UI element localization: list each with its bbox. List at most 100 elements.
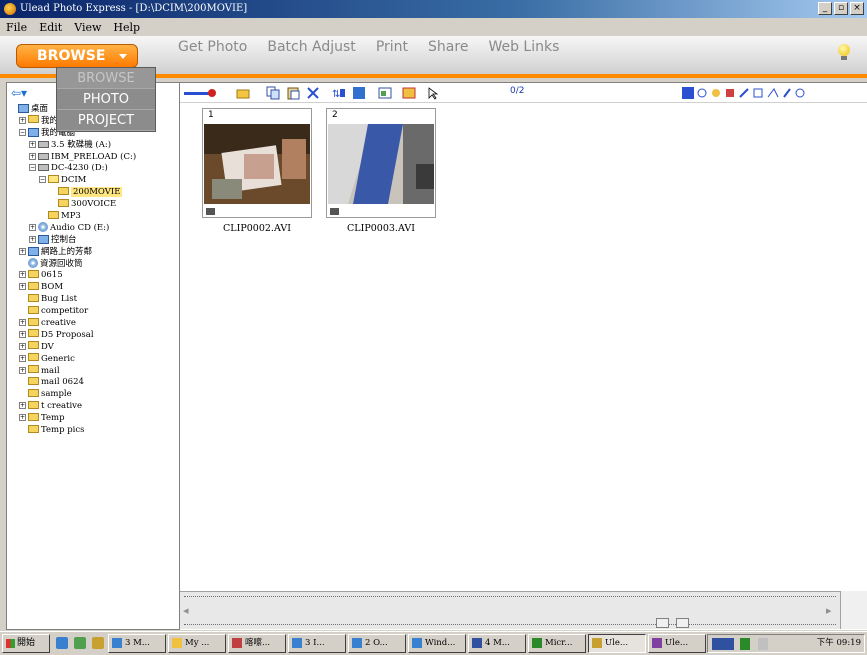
- tree-item[interactable]: MP3: [9, 210, 179, 222]
- quick-tools-strip[interactable]: [682, 86, 812, 100]
- taskbar-task[interactable]: Ule...: [648, 634, 706, 653]
- taskbar-task[interactable]: 喀嚓...: [228, 634, 286, 653]
- expand-toggle-icon[interactable]: +: [19, 402, 26, 410]
- quicklaunch-browser-icon[interactable]: [56, 637, 68, 649]
- thumbnail-card[interactable]: 2: [326, 108, 436, 218]
- dropdown-item-browse[interactable]: BROWSE: [57, 68, 155, 89]
- tree-item[interactable]: 300VOICE: [9, 198, 179, 210]
- image-info-icon[interactable]: [378, 86, 392, 100]
- volume-icon[interactable]: [758, 638, 768, 650]
- expand-toggle-icon[interactable]: −: [19, 128, 26, 136]
- taskbar-task[interactable]: 2 O...: [348, 634, 406, 653]
- tray-scroll-box[interactable]: [840, 591, 867, 629]
- open-folder-icon[interactable]: [236, 86, 250, 100]
- back-arrow-icon[interactable]: ⇦▾: [11, 86, 27, 100]
- expand-toggle-icon[interactable]: +: [19, 366, 26, 374]
- expand-toggle-icon[interactable]: −: [29, 164, 36, 172]
- expand-toggle-icon[interactable]: +: [19, 414, 26, 422]
- start-button[interactable]: 開始: [2, 634, 50, 653]
- tab-share[interactable]: Share: [428, 39, 468, 55]
- dropdown-item-photo[interactable]: PHOTO: [57, 89, 155, 110]
- expand-toggle-icon[interactable]: +: [19, 271, 26, 279]
- tree-item[interactable]: mail 0624: [9, 376, 179, 388]
- tree-item[interactable]: − DCIM: [9, 174, 179, 186]
- tree-item[interactable]: Bug List: [9, 293, 179, 305]
- properties-icon[interactable]: [352, 86, 366, 100]
- tree-item[interactable]: + BOM: [9, 281, 179, 293]
- tree-item[interactable]: 200MOVIE: [9, 186, 179, 198]
- minimize-button[interactable]: _: [818, 2, 832, 15]
- tree-item[interactable]: 資源回收筒: [9, 258, 179, 270]
- delete-icon[interactable]: [306, 86, 320, 100]
- tree-item[interactable]: − DC-4230 (D:): [9, 162, 179, 174]
- expand-toggle-icon[interactable]: +: [29, 152, 36, 160]
- window-controls: _ ▫ ×: [818, 2, 864, 15]
- tab-print[interactable]: Print: [376, 39, 408, 55]
- tree-item[interactable]: +0615: [9, 269, 179, 281]
- lightbulb-icon[interactable]: [837, 44, 851, 62]
- close-button[interactable]: ×: [850, 2, 864, 15]
- taskbar-task[interactable]: 3 M...: [108, 634, 166, 653]
- expand-toggle-icon[interactable]: +: [19, 116, 26, 124]
- tree-item[interactable]: + mail: [9, 365, 179, 377]
- sort-icon[interactable]: ⇅: [332, 86, 346, 100]
- slider-icon[interactable]: [184, 86, 220, 100]
- folder-icon: [28, 376, 39, 385]
- quicklaunch-desktop-icon[interactable]: [74, 637, 86, 649]
- expand-toggle-icon[interactable]: +: [29, 235, 36, 243]
- tray-view-icon[interactable]: [656, 618, 669, 628]
- expand-toggle-icon[interactable]: +: [19, 342, 26, 350]
- taskbar-task[interactable]: Ule...: [588, 634, 646, 653]
- tree-item-label: 0615: [41, 270, 63, 281]
- paste-icon[interactable]: [286, 86, 300, 100]
- tree-item[interactable]: + Generic: [9, 353, 179, 365]
- tree-item[interactable]: + IBM_PRELOAD (C:): [9, 151, 179, 163]
- expand-toggle-icon[interactable]: +: [19, 354, 26, 362]
- slideshow-icon[interactable]: [402, 86, 416, 100]
- taskbar-task[interactable]: 3 I...: [288, 634, 346, 653]
- tree-item[interactable]: competitor: [9, 305, 179, 317]
- tree-item[interactable]: + Temp: [9, 412, 179, 424]
- expand-toggle-icon[interactable]: +: [29, 140, 36, 148]
- folder-icon: [48, 210, 59, 219]
- tab-web-links[interactable]: Web Links: [488, 39, 559, 55]
- quicklaunch-app-icon[interactable]: [92, 637, 104, 649]
- tree-item[interactable]: + D5 Proposal: [9, 329, 179, 341]
- expand-toggle-icon[interactable]: +: [19, 247, 26, 255]
- network-icon[interactable]: [740, 638, 750, 650]
- tab-batch-adjust[interactable]: Batch Adjust: [267, 39, 355, 55]
- taskbar-task[interactable]: My ...: [168, 634, 226, 653]
- expand-toggle-icon[interactable]: +: [19, 330, 26, 338]
- menu-help[interactable]: Help: [113, 21, 140, 34]
- thumbnail-card[interactable]: 1: [202, 108, 312, 218]
- tree-item[interactable]: + Audio CD (E:): [9, 222, 179, 234]
- menu-view[interactable]: View: [74, 21, 101, 34]
- copy-icon[interactable]: [266, 86, 280, 100]
- tree-item[interactable]: + t creative: [9, 400, 179, 412]
- menu-file[interactable]: File: [6, 21, 27, 34]
- tree-item[interactable]: + 網路上的芳鄰: [9, 246, 179, 258]
- tree-item[interactable]: Temp pics: [9, 424, 179, 436]
- taskbar-task[interactable]: 4 M...: [468, 634, 526, 653]
- dropdown-item-project[interactable]: PROJECT: [57, 110, 155, 131]
- expand-toggle-icon[interactable]: +: [19, 319, 26, 327]
- taskbar-task[interactable]: Wind...: [408, 634, 466, 653]
- input-method-icon[interactable]: [712, 638, 734, 650]
- tray-scroll-left-icon[interactable]: ◂: [183, 604, 189, 617]
- tree-item[interactable]: +3.5 軟碟機 (A:): [9, 139, 179, 151]
- tray-option-icon[interactable]: [676, 618, 689, 628]
- tray-scroll-right-icon[interactable]: ▸: [826, 604, 832, 617]
- expand-toggle-icon[interactable]: −: [39, 176, 46, 184]
- tree-item[interactable]: sample: [9, 388, 179, 400]
- menu-edit[interactable]: Edit: [39, 21, 62, 34]
- taskbar-task[interactable]: Micr...: [528, 634, 586, 653]
- help-pointer-icon[interactable]: [426, 86, 440, 100]
- mode-selector-button[interactable]: BROWSE: [16, 44, 138, 68]
- tree-item[interactable]: + 控制台: [9, 234, 179, 246]
- tree-item[interactable]: + creative: [9, 317, 179, 329]
- tree-item[interactable]: + DV: [9, 341, 179, 353]
- expand-toggle-icon[interactable]: +: [29, 223, 36, 231]
- restore-button[interactable]: ▫: [834, 2, 848, 15]
- tab-get-photo[interactable]: Get Photo: [178, 39, 247, 55]
- expand-toggle-icon[interactable]: +: [19, 283, 26, 291]
